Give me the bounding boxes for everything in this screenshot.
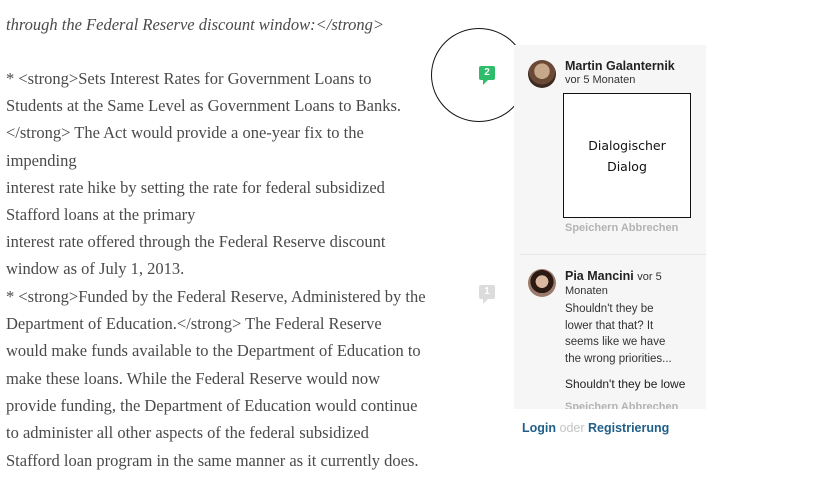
comment-author: Pia Mancini vor 5 — [565, 269, 662, 283]
document-line: make these loans. While the Federal Rese… — [6, 369, 381, 388]
dialog-label: Dialog — [607, 159, 647, 174]
document-line: * <strong>Funded by the Federal Reserve,… — [6, 287, 426, 306]
document-line: to administer all other aspects of the f… — [6, 423, 369, 442]
comment-count-badge[interactable]: 1 — [479, 285, 495, 304]
comment-divider — [520, 254, 706, 255]
document-line: through the Federal Reserve discount win… — [6, 15, 385, 34]
comment-text-line: Shouldn't they be — [565, 303, 654, 315]
document-line: * <strong>Sets Interest Rates for Govern… — [6, 69, 372, 88]
comment-actions: Speichern Abbrechen — [565, 222, 678, 234]
avatar[interactable] — [528, 60, 556, 88]
cut-off-line: ... — [6, 0, 18, 2]
avatar[interactable] — [528, 269, 556, 297]
save-button[interactable]: Speichern — [565, 222, 618, 234]
document-line: interest rate offered through the Federa… — [6, 232, 386, 251]
cancel-button[interactable]: Abbrechen — [621, 401, 678, 409]
login-link[interactable]: Login — [522, 421, 556, 435]
dialog-sketch-box: Dialogischer Dialog — [563, 93, 691, 218]
document-line: would make funds available to the Depart… — [6, 341, 421, 360]
document-line: Stafford loans at the primary — [6, 205, 196, 224]
document-line: Department of Education.</strong> The Fe… — [6, 314, 382, 333]
register-link[interactable]: Registrierung — [588, 421, 669, 435]
cancel-button[interactable]: Abbrechen — [621, 222, 678, 234]
dialog-label: Dialogischer — [588, 138, 666, 153]
document-line: interest rate hike by setting the rate f… — [6, 178, 385, 197]
document-line: provide funding, the Department of Educa… — [6, 396, 418, 415]
document-line: Stafford loan program in the same manner… — [6, 451, 419, 470]
comment-time: Monaten — [565, 285, 608, 297]
comment-text-line: seems like we have — [565, 336, 666, 348]
comment-time: vor 5 — [637, 271, 662, 283]
auth-links: Login oder Registrierung — [522, 421, 669, 435]
comment-text-line: the wrong priorities... — [565, 353, 672, 365]
comment-time: vor 5 Monaten — [565, 74, 636, 86]
comment-count-badge-active[interactable]: 2 — [479, 66, 495, 85]
comment-author[interactable]: Martin Galanternik — [565, 59, 675, 73]
comment-text-line: lower that that? It — [565, 320, 654, 332]
document-line: Students at the Same Level as Government… — [6, 96, 402, 115]
comment-author-name[interactable]: Pia Mancini — [565, 269, 634, 283]
or-label: oder — [559, 421, 585, 435]
document-line: window as of July 1, 2013. — [6, 259, 185, 278]
reply-input[interactable]: Shouldn't they be lowe — [565, 377, 685, 391]
document-line: impending — [6, 151, 77, 170]
comment-actions: Speichern Abbrechen — [565, 401, 678, 409]
save-button[interactable]: Speichern — [565, 401, 618, 409]
document-line: </strong> The Act would provide a one-ye… — [6, 123, 364, 142]
